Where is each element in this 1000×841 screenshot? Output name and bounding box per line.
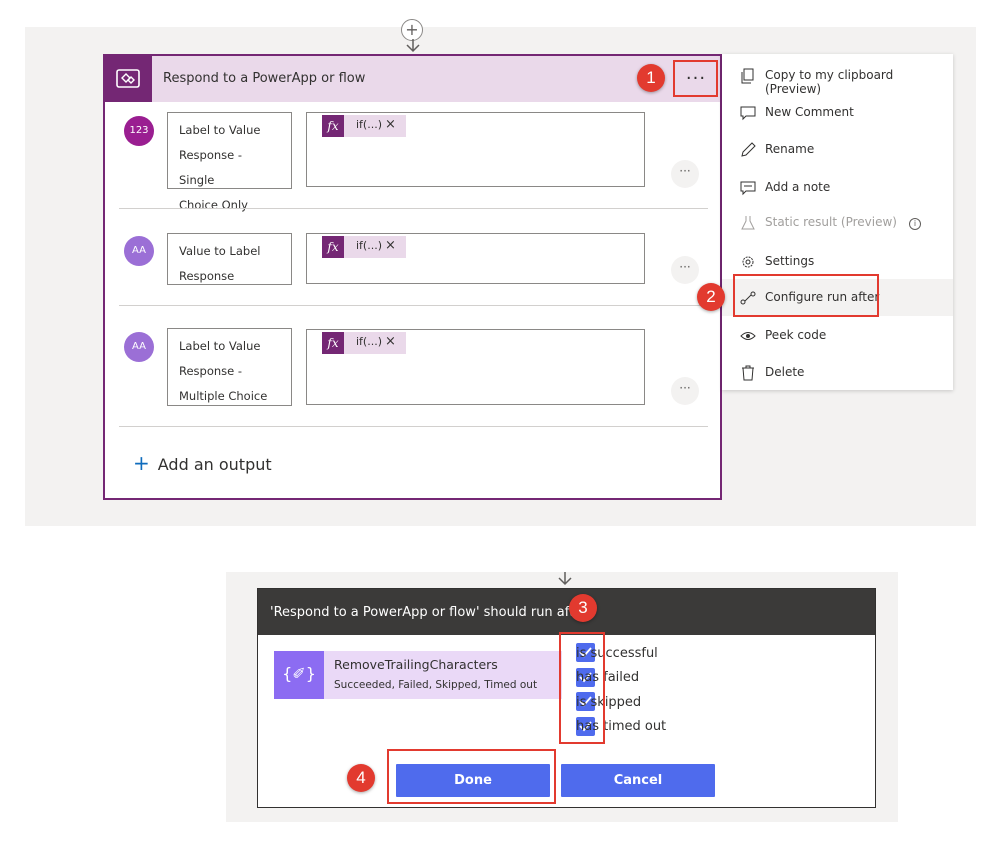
- fx-icon: fx: [322, 115, 344, 137]
- output-key-field[interactable]: Value to Label Response: [167, 233, 292, 285]
- highlight-more-button: [673, 60, 718, 97]
- output-key-field[interactable]: Label to Value Response - Multiple Choic…: [167, 328, 292, 406]
- output-value-field[interactable]: fx if(...) ×: [306, 329, 645, 405]
- output-value-field[interactable]: fx if(...) ×: [306, 112, 645, 187]
- text-type-icon: AA: [124, 332, 154, 362]
- comment-icon: [740, 106, 756, 121]
- dependency-name: RemoveTrailingCharacters: [334, 657, 498, 672]
- dialog-title: 'Respond to a PowerApp or flow' should r…: [270, 605, 588, 620]
- output-key-field[interactable]: Label to Value Response - Single Choice …: [167, 112, 292, 212]
- highlight-configure-run-after: [733, 274, 879, 317]
- row-more-button[interactable]: ···: [671, 377, 699, 405]
- expression-token[interactable]: fx if(...) ×: [322, 332, 406, 354]
- connector-arrow-icon: [558, 572, 572, 586]
- eye-icon: [740, 332, 756, 340]
- action-context-menu: Copy to my clipboard (Preview) New Comme…: [722, 54, 953, 390]
- row-divider: [119, 208, 708, 209]
- remove-token-icon[interactable]: ×: [385, 117, 396, 132]
- step-callout-1: 1: [637, 64, 665, 92]
- dialog-header: 'Respond to a PowerApp or flow' should r…: [258, 589, 875, 635]
- menu-item-add-note[interactable]: Add a note: [722, 169, 953, 206]
- action-card: Respond to a PowerApp or flow ··· 123 La…: [103, 54, 722, 500]
- info-icon[interactable]: i: [909, 218, 921, 230]
- fx-icon: fx: [322, 236, 344, 258]
- row-divider: [119, 426, 708, 427]
- gear-icon: [742, 256, 754, 268]
- highlight-checkboxes: [559, 632, 605, 744]
- insert-step-plus-icon[interactable]: +: [401, 19, 423, 41]
- plus-icon: +: [133, 451, 150, 475]
- pencil-icon: [741, 142, 756, 157]
- step-callout-4: 4: [347, 764, 375, 792]
- highlight-done-button: [387, 749, 556, 804]
- menu-item-new-comment[interactable]: New Comment: [722, 94, 953, 131]
- row-divider: [119, 305, 708, 306]
- row-more-button[interactable]: ···: [671, 160, 699, 188]
- expression-token[interactable]: fx if(...) ×: [322, 236, 406, 258]
- menu-item-rename[interactable]: Rename: [722, 131, 953, 168]
- flask-icon: [741, 216, 755, 230]
- connector-arrow-icon: [406, 39, 420, 53]
- output-value-field[interactable]: fx if(...) ×: [306, 233, 645, 284]
- menu-item-delete[interactable]: Delete: [722, 354, 953, 391]
- note-icon: [740, 181, 756, 196]
- row-more-button[interactable]: ···: [671, 256, 699, 284]
- remove-token-icon[interactable]: ×: [385, 334, 396, 349]
- menu-item-static-result: Static result (Preview) i: [722, 204, 953, 241]
- number-type-icon: 123: [124, 116, 154, 146]
- step-callout-3: 3: [569, 594, 597, 622]
- card-header[interactable]: Respond to a PowerApp or flow ···: [105, 56, 720, 102]
- text-type-icon: AA: [124, 236, 154, 266]
- dependency-status: Succeeded, Failed, Skipped, Timed out: [334, 679, 538, 691]
- trash-icon: [742, 365, 754, 381]
- powerapps-icon: [105, 56, 152, 102]
- remove-token-icon[interactable]: ×: [385, 238, 396, 253]
- menu-item-copy-to-clipboard[interactable]: Copy to my clipboard (Preview): [722, 57, 953, 96]
- cancel-button[interactable]: Cancel: [561, 764, 715, 797]
- card-title: Respond to a PowerApp or flow: [163, 71, 366, 86]
- add-output-button[interactable]: + Add an output: [133, 451, 272, 475]
- menu-item-peek-code[interactable]: Peek code: [722, 317, 953, 354]
- dependency-card[interactable]: {✐} RemoveTrailingCharacters Succeeded, …: [274, 651, 562, 699]
- fx-icon: fx: [322, 332, 344, 354]
- variable-braces-icon: {✐}: [274, 651, 324, 699]
- step-callout-2: 2: [697, 283, 725, 311]
- expression-token[interactable]: fx if(...) ×: [322, 115, 406, 137]
- copy-icon: [741, 68, 754, 84]
